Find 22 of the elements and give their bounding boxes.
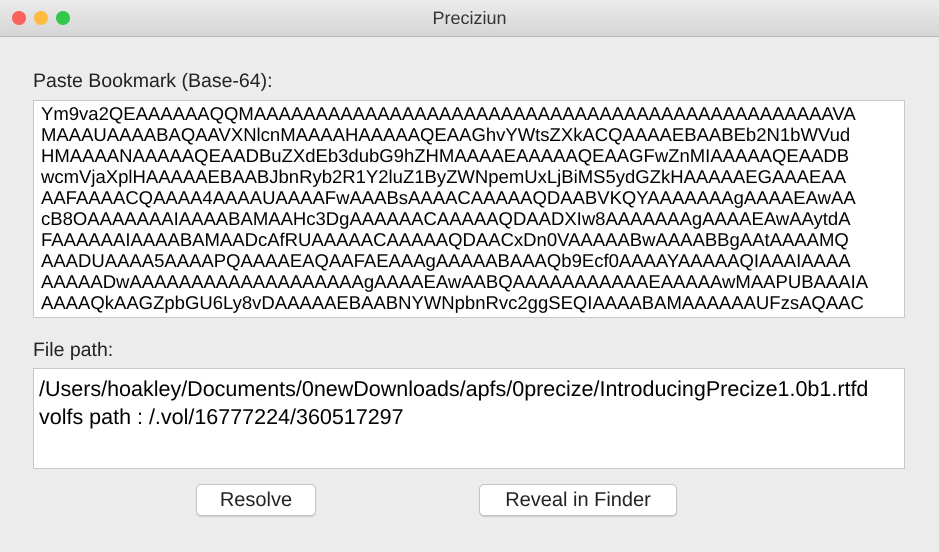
bookmark-text-line: FAAAAAAIAAAABAMAADcAfRUAAAAACAAAAAQDAACxDn0VAAAAABwAAAABBgAAtAAAAMQ [41, 229, 849, 250]
bookmark-text-line: cB8OAAAAAAAIAAAABAMAAHc3DgAAAAAACAAAAAQDAADXIw8AAAAAAAgAAAAEAwAAytdA [41, 208, 851, 229]
bookmark-text-line: Ym9va2QEAAAAAAQQMAAAAAAAAAAAAAAAAAAAAAAAAAAAAAAAAAAAAAAAAAAAAAAAVA [41, 103, 856, 124]
bookmark-text-line: MAAAUAAAABAQAAVXNlcnMAAAAHAAAAAQEAAGhvYWtsZXkACQAAAAEBAABEb2N1bWVud [41, 124, 850, 145]
window-control-icon[interactable] [34, 11, 48, 25]
bookmark-label: Paste Bookmark (Base-64): [33, 69, 273, 93]
bookmark-text-line: AAAAQkAAGZpbGU6Ly8vDAAAAAEBAABNYWNpbnRvc2ggSEQIAAAABAMAAAAAAUFzsAQAAC [41, 292, 864, 313]
bookmark-text-line: AAADUAAAA5AAAAPQAAAAEAQAAFAEAAAgAAAAABAAAQb9Ecf0AAAAYAAAAAQIAAAIAAAA [41, 250, 851, 271]
window-control-icon[interactable] [12, 11, 26, 25]
bookmark-text-line: wcmVjaXplHAAAAAEBAABJbnRyb2R1Y2luZ1ByZWNpemUxLjBiMS5ydGZkHAAAAAEGAAAEAA [41, 166, 846, 187]
file-path-label: File path: [33, 338, 114, 362]
file-path-text: volfs path : /.vol/16777224/360517297 [39, 404, 404, 431]
resolve-button[interactable]: Resolve [196, 484, 316, 516]
bookmark-text-line: AAFAAAACQAAAA4AAAAUAAAAFwAAABsAAAACAAAAAQDAABVKQYAAAAAAAgAAAAEAwAA [41, 187, 856, 208]
window-title: Preciziun [432, 6, 507, 30]
bookmark-text-line: AAAAADwAAAAAAAAAAAAAAAAAAAgAAAAEAwAABQAAAAAAAAAAAEAAAAAwMAAPUBAAAIA [41, 271, 868, 292]
bookmark-text-line: HMAAAANAAAAAQEAADBuZXdEb3dubG9hZHMAAAAEAAAAAQEAAGFwZnMIAAAAAQEAADB [41, 145, 850, 166]
bookmark-field[interactable] [33, 100, 905, 318]
file-path-text: /Users/hoakley/Documents/0newDownloads/apfs/0precize/IntroducingPrecize1.0b1.rtfd [39, 376, 868, 403]
window-control-icon[interactable] [56, 11, 70, 25]
file-path-field[interactable]: /Users/hoakley/Documents/0newDownloads/apfs/0precize/IntroducingPrecize1.0b1.rtfd volfs path : /.vol/16777224/360517297 [33, 368, 905, 469]
reveal-button[interactable]: Reveal in Finder [479, 484, 677, 516]
